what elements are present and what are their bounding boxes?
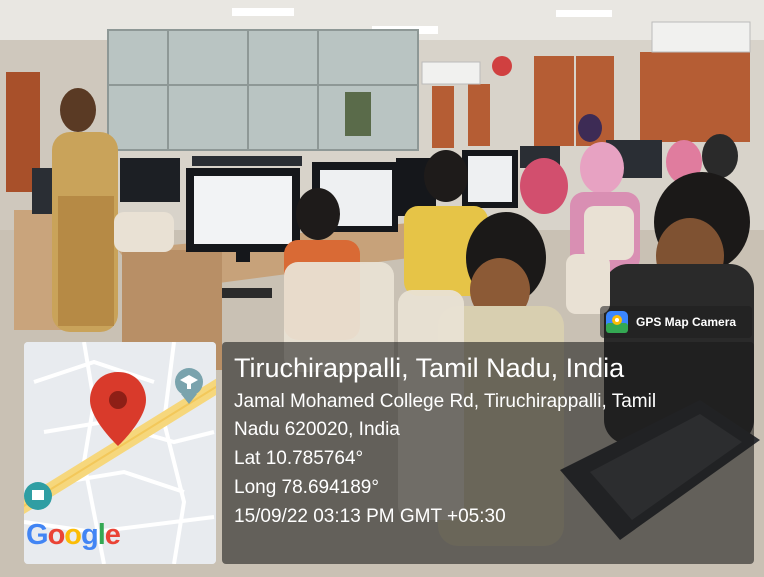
air-conditioner (651, 21, 751, 53)
monitor-screen (194, 176, 292, 244)
gps-map-camera-icon (606, 311, 628, 333)
address-line-2: Nadu 620020, India (234, 419, 400, 440)
datetime-readout: 15/09/22 03:13 PM GMT +05:30 (234, 506, 506, 527)
chair (114, 212, 174, 252)
person-teacher (60, 88, 96, 132)
glass-partition (107, 29, 419, 151)
monitor-screen (468, 156, 512, 202)
person-student (580, 142, 624, 194)
monitor (192, 156, 302, 166)
chair (566, 254, 610, 314)
ceiling-light (556, 10, 612, 17)
ceiling-light (232, 8, 294, 16)
person-student (702, 134, 738, 178)
curtain (640, 52, 750, 142)
curtain (468, 84, 490, 146)
monitor (120, 158, 180, 202)
curtain (534, 56, 574, 146)
latitude-readout: Lat 10.785764° (234, 448, 364, 469)
wall-fan (492, 56, 512, 76)
chair (584, 206, 634, 260)
location-info-panel: Tiruchirappalli, Tamil Nadu, India Jamal… (222, 342, 754, 564)
location-title: Tiruchirappalli, Tamil Nadu, India (234, 353, 625, 383)
address-line-1: Jamal Mohamed College Rd, Tiruchirappall… (234, 391, 657, 412)
google-logo: Google (26, 519, 121, 551)
app-name: GPS Map Camera (636, 315, 737, 329)
person-student (296, 188, 340, 240)
monitor-stand (236, 252, 250, 262)
person-student (578, 114, 602, 142)
air-conditioner (421, 61, 481, 85)
curtain (432, 86, 454, 148)
landmark-icon (24, 482, 52, 510)
person-student (424, 150, 468, 202)
person-student (520, 158, 568, 214)
longitude-readout: Long 78.694189° (234, 477, 379, 498)
keyboard (222, 288, 272, 298)
monitor (636, 140, 662, 178)
map-thumbnail: Google (24, 342, 216, 564)
notice-board (345, 92, 371, 136)
gps-map-camera-badge: GPS Map Camera (600, 306, 752, 338)
